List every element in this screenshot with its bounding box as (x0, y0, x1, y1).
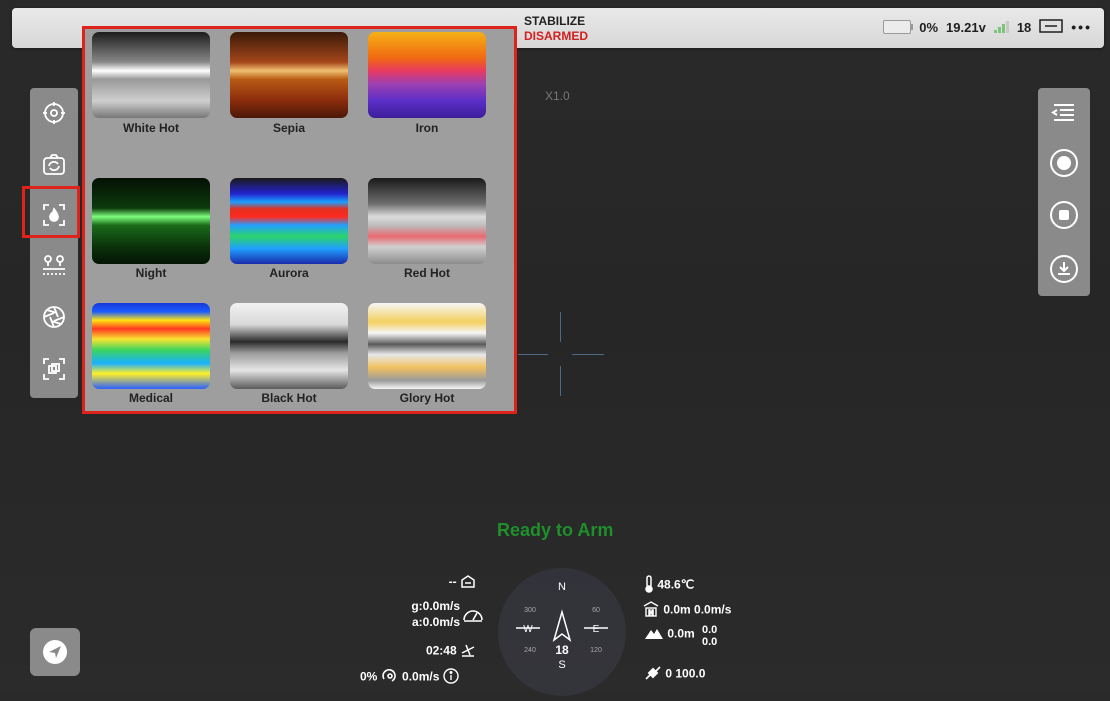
remote-icon[interactable] (1039, 18, 1064, 36)
compass-dial: N S W E 300 60 120 240 18 (516, 560, 608, 671)
palette-label: Red Hot (404, 266, 450, 280)
signal-icon (993, 21, 1009, 33)
palette-thumbnail (368, 32, 486, 118)
compass-t60: 60 (592, 607, 600, 614)
palette-thumbnail (368, 178, 486, 264)
satellites: 0 100.0 (665, 666, 706, 681)
air-speed: a:0.0m/s (411, 615, 460, 629)
palette-label: Iron (415, 121, 439, 135)
palette-label: Black Hot (261, 391, 317, 405)
ground-speed: g:0.0m/s (411, 599, 460, 613)
alt-bottom: 0.0 (702, 636, 718, 648)
zoom-level: X1.0 (545, 89, 570, 103)
telemetry-home-distance: H 0.0m 0.0m/s (642, 601, 731, 620)
arm-state-label: DISARMED (524, 29, 589, 43)
palette-thumbnail (92, 303, 210, 389)
rotation-icon (381, 668, 399, 686)
home-icon (460, 574, 476, 591)
battery-percent: 0% (919, 19, 939, 35)
palette-label: Sepia (272, 121, 305, 135)
flight-mode[interactable]: STABILIZE DISARMED (524, 14, 588, 44)
left-toolbar (30, 88, 78, 398)
camera-switch-icon[interactable] (39, 150, 69, 180)
zoom-frame-icon[interactable] (39, 354, 69, 384)
compass-t120: 120 (590, 647, 602, 654)
compass-t300: 300 (524, 607, 536, 614)
telemetry-speeds: g:0.0m/s a:0.0m/s (380, 598, 460, 630)
download-icon[interactable] (1049, 254, 1079, 284)
palette-label: Medical (128, 391, 173, 405)
compass-n: N (558, 581, 566, 593)
crosshair-left (518, 354, 548, 355)
plane-takeoff-icon (460, 643, 476, 660)
menu-collapse-icon[interactable] (1049, 98, 1079, 128)
temperature: 48.6℃ (657, 577, 695, 592)
palette-label: White Hot (123, 121, 179, 135)
thermometer-icon (644, 575, 654, 596)
battery-icon (883, 20, 914, 34)
compass-sat-count: 18 (555, 643, 569, 657)
compass-s: S (558, 659, 565, 671)
telemetry-gps: 0 100.0 (644, 665, 705, 684)
palette-thumbnail (92, 32, 210, 118)
palette-thumbnail (230, 178, 348, 264)
thermal-palette-panel: White Hot Sepia Iron Night Aurora Red Ho… (82, 26, 517, 414)
telemetry-alt-values: 0.0 0.0 (702, 624, 717, 648)
telemetry-temperature: 48.6℃ (644, 575, 694, 596)
compass-e: E (593, 624, 600, 635)
target-tracking-icon[interactable] (39, 98, 69, 128)
right-toolbar (1038, 88, 1090, 296)
telemetry-distance: -- (380, 574, 476, 591)
palette-label: Aurora (269, 266, 309, 280)
flight-mode-label: STABILIZE (524, 14, 586, 28)
compass-w: W (523, 624, 533, 635)
compass-widget: N S W E 300 60 120 240 18 (498, 560, 626, 696)
crosshair-top (560, 312, 561, 342)
altitude: 0.0m (667, 626, 695, 641)
ready-to-arm-status: Ready to Arm (497, 520, 614, 540)
telemetry-bottom-left: 0% 0.0m/s (360, 668, 459, 687)
telemetry-flight-time: 02:48 (380, 643, 476, 660)
more-menu-button[interactable]: ••• (1071, 19, 1092, 35)
climb-rate: 0.0m/s (402, 669, 440, 684)
palette-thumbnail (368, 303, 486, 389)
speedometer-icon (462, 606, 484, 625)
signal-value: 18 (1016, 19, 1032, 35)
palette-thumbnail (230, 303, 348, 389)
mountain-icon (644, 626, 664, 643)
palette-label: Night (135, 266, 167, 280)
crosshair-bottom (560, 366, 561, 396)
navigation-arrow-icon (43, 640, 67, 664)
waypoint-map-icon[interactable] (39, 250, 69, 280)
palette-thumbnail (92, 178, 210, 264)
selected-tool-highlight (22, 186, 80, 238)
send-location-button[interactable] (30, 628, 80, 676)
battery-usage: 0% (360, 669, 378, 684)
flight-time: 02:48 (425, 643, 457, 658)
voltage: 19.21v (946, 19, 986, 35)
svg-text:H: H (648, 610, 653, 617)
home-distance: 0.0m 0.0m/s (663, 602, 732, 617)
alt-top: 0.0 (702, 624, 718, 636)
compass-t240: 240 (524, 647, 536, 654)
info-icon (443, 668, 459, 687)
telemetry-altitude: 0.0m (644, 626, 695, 643)
stop-button[interactable] (1049, 200, 1079, 230)
satellite-icon (644, 665, 662, 684)
palette-thumbnail (230, 32, 348, 118)
crosshair-right (572, 354, 604, 355)
palette-label: Glory Hot (399, 391, 455, 405)
status-cluster: 0% 19.21v 18 ••• (883, 17, 1092, 37)
home-distance-icon: H (642, 601, 660, 620)
aperture-icon[interactable] (39, 302, 69, 332)
record-button[interactable] (1049, 148, 1079, 178)
